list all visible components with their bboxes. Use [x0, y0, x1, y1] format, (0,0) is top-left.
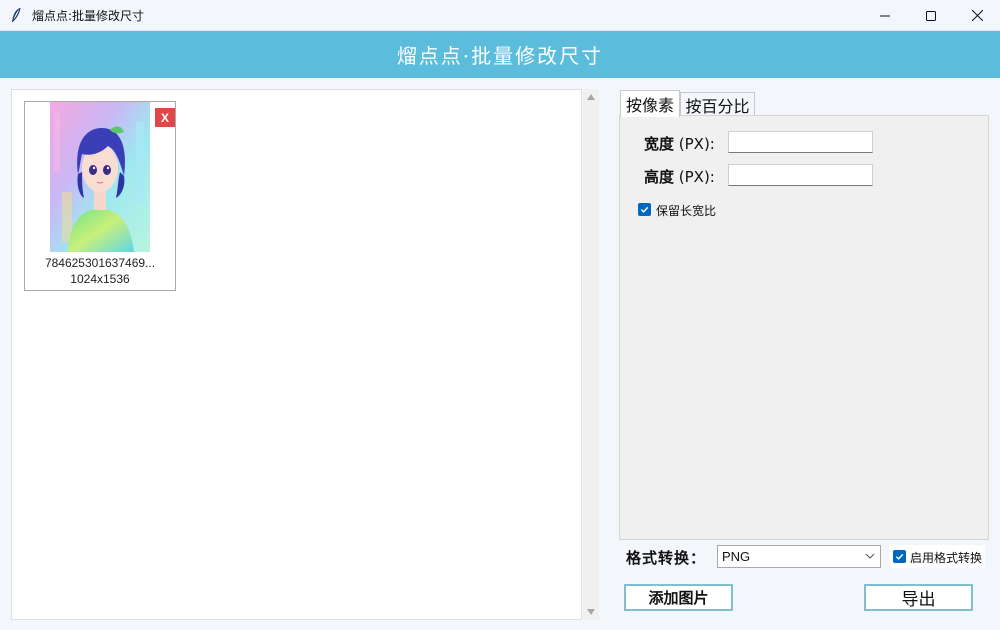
image-filename: 784625301637469...	[44, 256, 156, 270]
enable-format-checkbox[interactable]	[893, 550, 906, 563]
width-label-text: 宽度	[644, 135, 675, 153]
checkmark-icon	[895, 553, 904, 560]
image-dimensions: 1024x1536	[70, 272, 130, 286]
image-thumbnail	[50, 102, 150, 252]
feather-icon	[12, 7, 21, 22]
remove-image-button[interactable]: X	[155, 108, 175, 127]
width-label-unit: (PX):	[674, 135, 715, 153]
format-label: 格式转换：	[626, 549, 707, 567]
chevron-down-icon	[865, 553, 875, 559]
minimize-icon	[880, 15, 890, 16]
keep-ratio-checkbox[interactable]	[638, 203, 651, 216]
close-icon	[971, 10, 983, 21]
app-banner: 熘点点·批量修改尺寸	[0, 31, 1000, 78]
minimize-button[interactable]	[862, 0, 908, 31]
image-card[interactable]: X 784625301637469... 1024x1536	[24, 101, 176, 291]
format-select[interactable]: PNG	[717, 545, 881, 568]
maximize-icon	[926, 10, 936, 21]
enable-format-label: 启用格式转换	[910, 551, 983, 565]
scroll-up-arrow-icon[interactable]	[587, 94, 595, 100]
anime-portrait-image	[50, 102, 150, 252]
width-input[interactable]	[728, 131, 873, 153]
checkmark-icon	[640, 206, 649, 213]
maximize-button[interactable]	[908, 0, 954, 31]
keep-ratio-label: 保留长宽比	[656, 204, 717, 218]
height-input[interactable]	[728, 164, 873, 186]
image-list[interactable]: X 784625301637469... 1024x1536	[11, 89, 582, 620]
enable-format-option[interactable]: 启用格式转换	[890, 545, 985, 568]
tab-pixel[interactable]: 按像素	[620, 90, 680, 117]
format-selected-value: PNG	[722, 549, 751, 564]
add-image-button[interactable]: 添加图片	[624, 584, 733, 611]
close-button[interactable]	[954, 0, 1000, 31]
export-button[interactable]: 导出	[864, 584, 973, 611]
tab-percent[interactable]: 按百分比	[680, 92, 755, 116]
height-label: 高度 (PX):	[644, 166, 715, 187]
height-label-text: 高度	[644, 168, 675, 186]
image-list-scrollbar[interactable]	[583, 89, 599, 620]
window-title: 熘点点:批量修改尺寸	[32, 9, 145, 23]
scroll-down-arrow-icon[interactable]	[587, 609, 595, 615]
pixel-tab-panel: 宽度 (PX): 高度 (PX): 保留长宽比	[619, 115, 989, 540]
title-bar: 熘点点:批量修改尺寸	[0, 0, 1000, 31]
height-label-unit: (PX):	[674, 168, 715, 186]
width-label: 宽度 (PX):	[644, 133, 715, 154]
banner-title: 熘点点·批量修改尺寸	[396, 44, 604, 68]
